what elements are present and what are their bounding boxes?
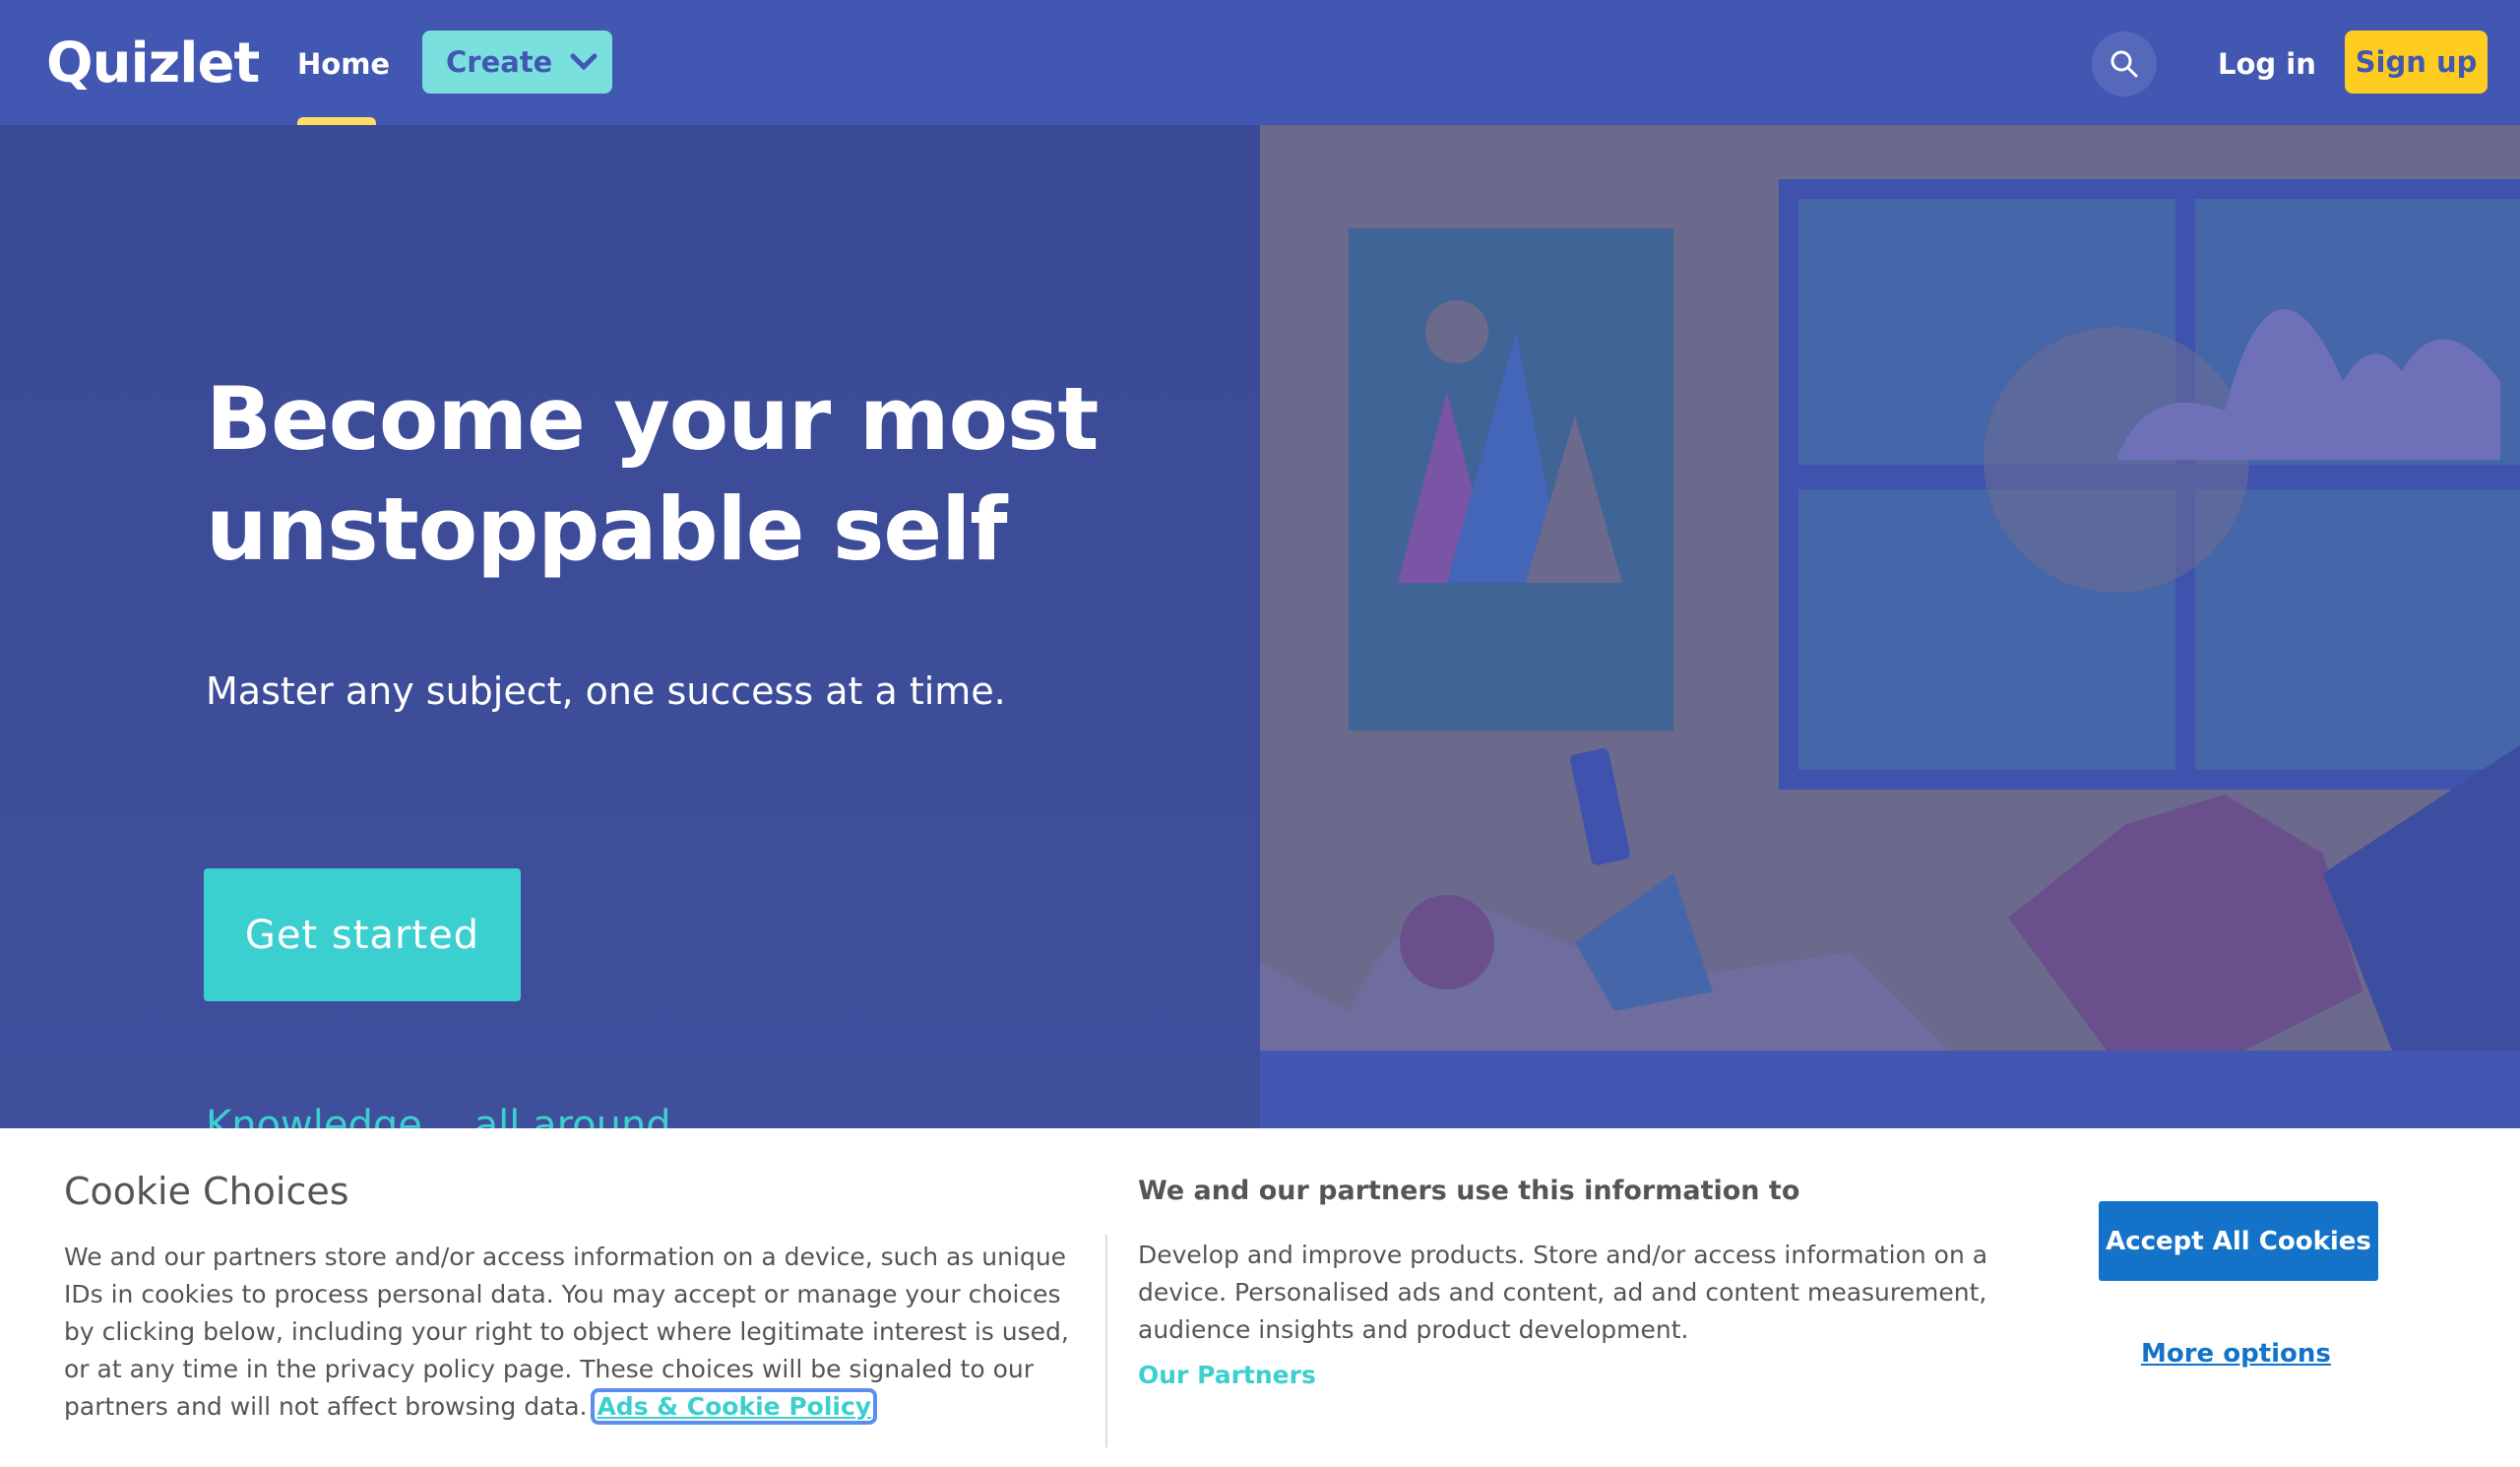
search-icon (2110, 50, 2138, 78)
section-heading-partial: Knowledge… all around (206, 1103, 671, 1128)
quizlet-logo[interactable]: Quizlet (46, 32, 260, 96)
ads-cookie-policy-link[interactable]: Ads & Cookie Policy (591, 1388, 878, 1425)
cookie-description: We and our partners store and/or access … (64, 1239, 1088, 1426)
more-options-link[interactable]: More options (2141, 1339, 2331, 1369)
login-link[interactable]: Log in (2218, 47, 2316, 81)
headline-line: Become your most (206, 368, 1099, 470)
get-started-button[interactable]: Get started (204, 868, 521, 1001)
purposes-description: Develop and improve products. Store and/… (1138, 1241, 1988, 1344)
cookie-title: Cookie Choices (64, 1170, 349, 1213)
accept-all-cookies-button[interactable]: Accept All Cookies (2099, 1201, 2378, 1281)
hero-headline: Become your most unstoppable self (206, 364, 1099, 585)
create-button[interactable]: Create (422, 31, 612, 94)
create-label: Create (446, 45, 553, 79)
hero-subtitle: Master any subject, one success at a tim… (206, 670, 1006, 713)
headline-line: unstoppable self (206, 478, 1008, 580)
nav-home[interactable]: Home (297, 47, 390, 81)
search-button[interactable] (2092, 32, 2157, 96)
cookie-banner: Cookie Choices We and our partners store… (0, 1128, 2520, 1467)
top-nav: Quizlet Home Create Log in Sign up (0, 0, 2520, 127)
signup-button[interactable]: Sign up (2345, 31, 2488, 94)
hero-illustration (1260, 125, 2520, 1128)
purposes-title: We and our partners use this information… (1138, 1176, 1800, 1206)
hero (0, 125, 1260, 1128)
divider (1105, 1235, 1107, 1447)
cookie-text: We and our partners store and/or access … (64, 1243, 1069, 1421)
chevron-down-icon (570, 53, 598, 71)
our-partners-link[interactable]: Our Partners (1138, 1361, 1316, 1389)
